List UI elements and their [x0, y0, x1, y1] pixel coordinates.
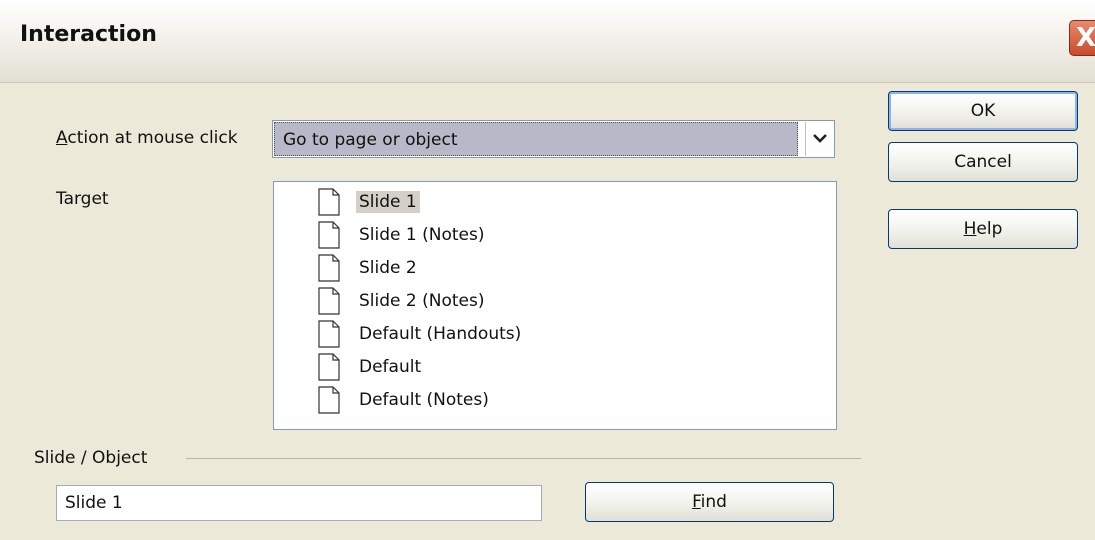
close-button[interactable]: X	[1069, 20, 1095, 56]
target-item-default[interactable]: Default	[318, 351, 818, 384]
action-select[interactable]: Go to page or object	[272, 120, 835, 158]
target-item-slide-1-notes[interactable]: Slide 1 (Notes)	[318, 219, 818, 252]
document-icon	[318, 254, 340, 282]
document-icon	[318, 188, 340, 216]
help-button-mnemonic: H	[963, 219, 977, 239]
target-item-label: Default (Notes)	[359, 390, 489, 410]
document-icon	[318, 287, 340, 315]
target-listbox[interactable]: Slide 1 Slide 1 (Notes) Slide 2 Slide 2 …	[273, 181, 837, 430]
target-item-default-handouts[interactable]: Default (Handouts)	[318, 318, 818, 351]
target-item-label: Default (Handouts)	[359, 324, 522, 344]
find-button-rest: ind	[700, 492, 727, 512]
close-icon: X	[1076, 23, 1095, 53]
action-label: Action at mouse click	[56, 128, 238, 148]
interaction-dialog: Interaction X Action at mouse click Go t…	[0, 0, 1095, 540]
find-button[interactable]: Find	[585, 482, 834, 522]
target-item-label: Slide 2 (Notes)	[359, 291, 485, 311]
action-label-mnemonic: A	[56, 128, 68, 148]
document-icon	[318, 320, 340, 348]
document-icon	[318, 386, 340, 414]
target-item-default-notes[interactable]: Default (Notes)	[318, 384, 818, 417]
target-item-label: Slide 2	[359, 258, 417, 278]
target-item-label: Slide 1 (Notes)	[359, 225, 485, 245]
title-bar[interactable]: Interaction X	[0, 0, 1095, 83]
ok-button[interactable]: OK	[888, 91, 1078, 131]
help-button-rest: elp	[976, 219, 1003, 239]
target-item-slide-2[interactable]: Slide 2	[318, 252, 818, 285]
target-label: Target	[56, 189, 109, 209]
target-item-label: Default	[359, 357, 422, 377]
slide-object-group-label: Slide / Object	[34, 448, 148, 468]
chevron-down-icon	[812, 134, 827, 143]
document-icon	[318, 353, 340, 381]
target-item-label: Slide 1	[356, 191, 420, 213]
find-button-mnemonic: F	[692, 492, 701, 512]
action-label-rest: ction at mouse click	[67, 128, 238, 148]
help-button[interactable]: Help	[888, 209, 1078, 249]
slide-object-input[interactable]: Slide 1	[56, 485, 542, 521]
dialog-title: Interaction	[20, 22, 157, 47]
target-item-slide-2-notes[interactable]: Slide 2 (Notes)	[318, 285, 818, 318]
group-divider	[186, 458, 861, 459]
target-item-slide-1[interactable]: Slide 1	[318, 186, 818, 219]
document-icon	[318, 221, 340, 249]
cancel-button[interactable]: Cancel	[888, 142, 1078, 182]
action-select-value: Go to page or object	[274, 122, 798, 156]
dropdown-button[interactable]	[805, 122, 833, 156]
